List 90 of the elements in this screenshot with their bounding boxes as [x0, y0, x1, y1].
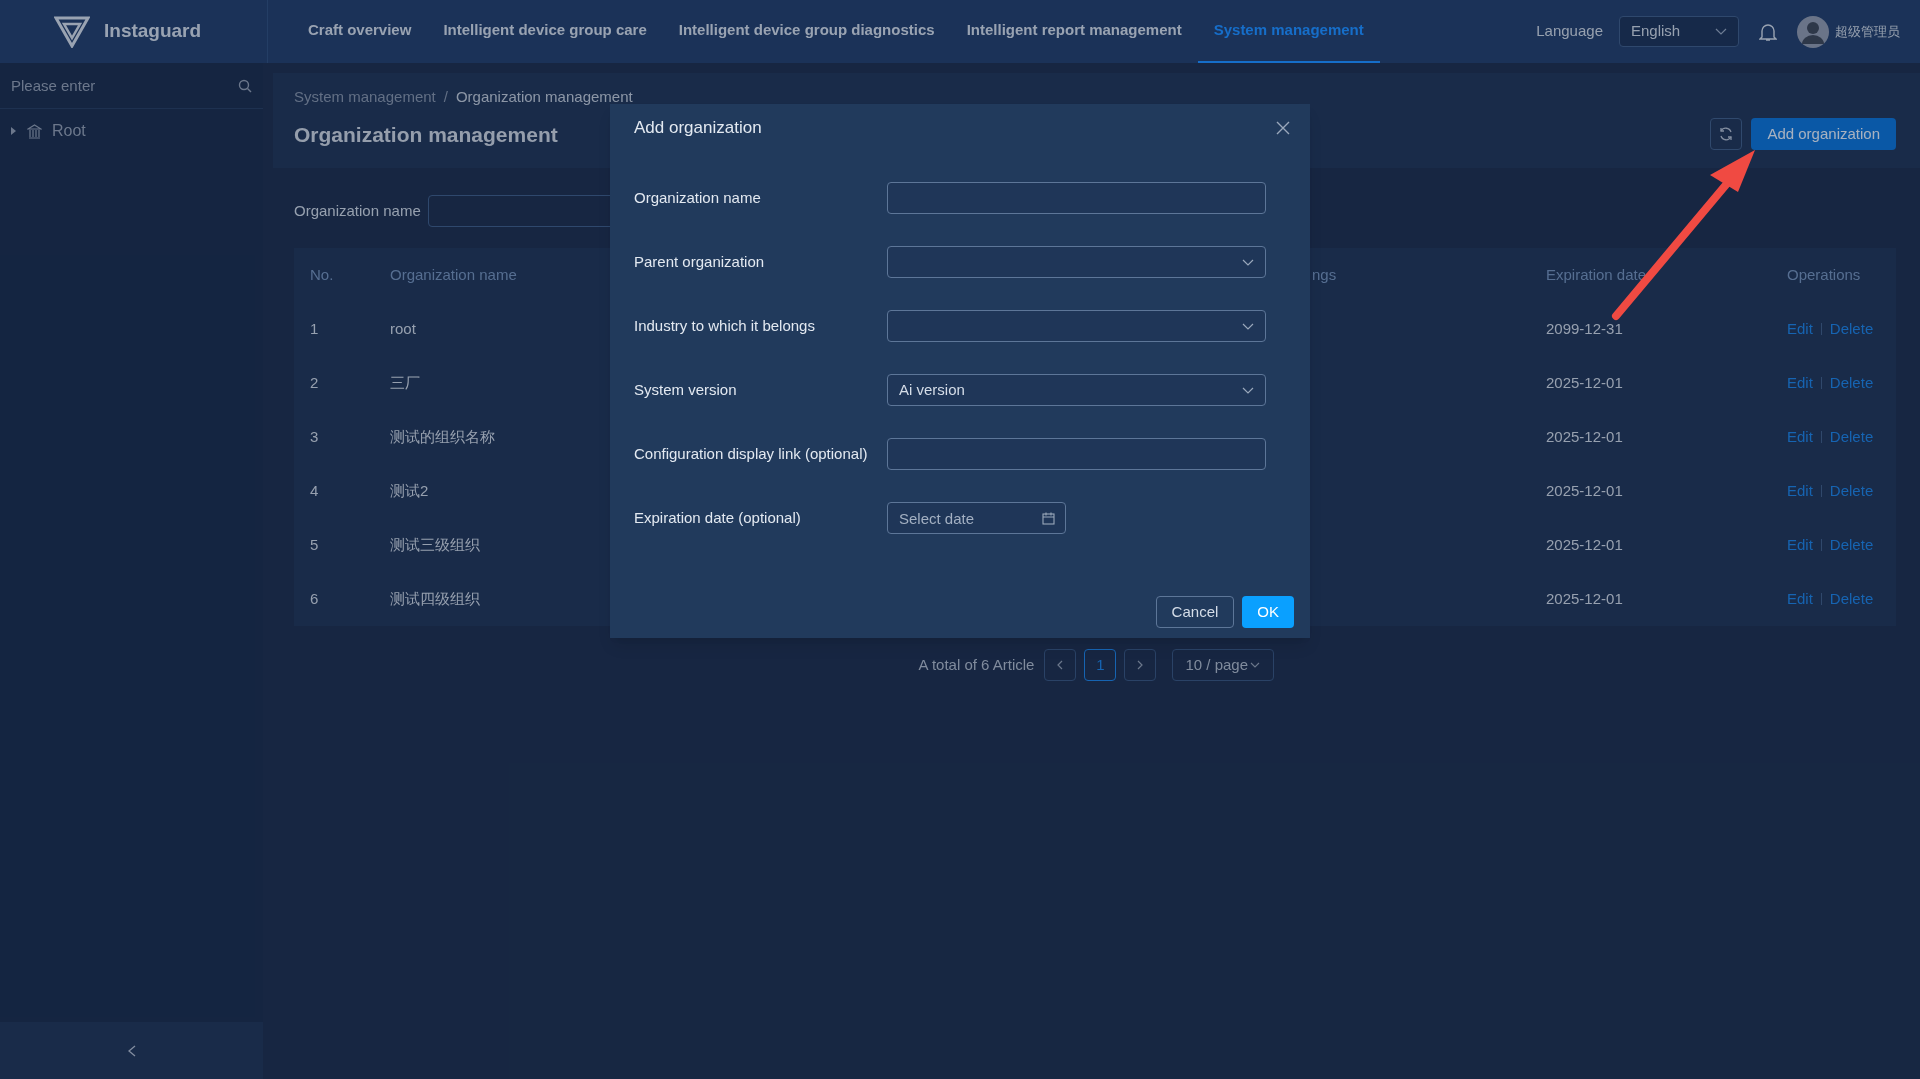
column-header: Organization name [390, 265, 517, 283]
search-icon [238, 79, 252, 93]
field-label: Organization name [634, 187, 762, 208]
table-cell: 三厂 [390, 373, 420, 391]
language-select[interactable]: English [1619, 16, 1739, 47]
page-title: Organization management [294, 121, 559, 148]
dialog-title: Add organization [634, 117, 762, 140]
breadcrumb-link[interactable]: Organization management [455, 86, 633, 109]
action-link[interactable]: Delete [1829, 587, 1874, 611]
field-label: System version [634, 379, 738, 400]
action-link[interactable]: Edit [1787, 317, 1813, 341]
action-link[interactable]: Delete [1829, 425, 1874, 449]
next-page-button[interactable] [1124, 649, 1157, 681]
cancel-button[interactable]: Cancel [1155, 596, 1235, 628]
select-field[interactable]: Ai version [887, 374, 1266, 406]
field-label: Configuration display link (optional) [634, 443, 869, 464]
table-cell: 5 [310, 535, 319, 553]
field-label: Parent organization [634, 251, 766, 272]
nav-tab[interactable]: Intelligent device group diagnostics [662, 0, 951, 63]
table-cell: 测试2 [390, 481, 429, 499]
add-organization-button[interactable]: Add organization [1751, 118, 1896, 150]
table-cell: 1 [310, 319, 319, 337]
select-field[interactable] [887, 310, 1266, 342]
action-link[interactable]: Edit [1787, 479, 1813, 503]
breadcrumb-separator: / [443, 87, 448, 107]
date-field[interactable]: Select date [887, 502, 1066, 534]
select-field[interactable] [887, 246, 1266, 278]
nav-tab[interactable]: Intelligent report management [950, 0, 1198, 63]
table-cell: root [390, 319, 416, 337]
table-cell: 2025-12-01 [1546, 535, 1623, 553]
column-header: Operations [1787, 265, 1861, 283]
table-cell: 2025-12-01 [1546, 589, 1623, 607]
breadcrumb-link[interactable]: System management [294, 86, 436, 109]
table-cell: 2099-12-31 [1546, 319, 1623, 337]
refresh-icon [1718, 126, 1735, 142]
column-header: No. [310, 265, 334, 283]
nav-tab[interactable]: Intelligent device group care [427, 0, 663, 63]
ok-button[interactable]: OK [1242, 596, 1294, 628]
page-button[interactable]: 1 [1084, 649, 1117, 681]
action-link[interactable]: Delete [1829, 533, 1874, 557]
chevron-down-icon [1242, 322, 1254, 330]
previous-page-button[interactable] [1044, 649, 1077, 681]
table-cell: 2025-12-01 [1546, 427, 1623, 445]
action-link[interactable]: Delete [1829, 371, 1874, 395]
action-link[interactable]: Edit [1787, 533, 1813, 557]
nav-tab[interactable]: System management [1197, 0, 1380, 63]
logo-text: Instaguard [104, 19, 202, 44]
search-field[interactable]: Please enter [0, 63, 263, 108]
table-cell: 6 [310, 589, 319, 607]
text-field[interactable] [887, 438, 1266, 470]
total-count: A total of 6 Article [918, 654, 1035, 675]
action-link[interactable]: Edit [1787, 425, 1813, 449]
chevron-right-icon [1136, 660, 1145, 670]
table-cell: 2025-12-01 [1546, 481, 1623, 499]
nav-tab[interactable]: Craft overview [292, 0, 428, 63]
chevron-left-icon [1056, 660, 1065, 670]
chevron-down-icon [1715, 27, 1727, 36]
building-icon [27, 123, 42, 139]
column-header: Expiration date [1546, 265, 1647, 283]
filter-label: Organization name [294, 200, 421, 221]
chevron-down-icon [1242, 258, 1254, 266]
chevron-down-icon [1242, 386, 1254, 394]
page-size-select[interactable]: 10 / page [1172, 649, 1275, 681]
action-link[interactable]: Delete [1829, 479, 1874, 503]
chevron-down-icon [1250, 662, 1260, 668]
avatar-icon[interactable] [1797, 15, 1829, 48]
table-cell: 测试的组织名称 [390, 427, 495, 445]
language-label: Language [1536, 21, 1603, 42]
close-icon[interactable] [1276, 121, 1290, 135]
tree-item[interactable]: Root [0, 117, 263, 145]
table-cell: 测试四级组织 [390, 589, 480, 607]
table-cell: 测试三级组织 [390, 535, 480, 553]
column-header: ngs [1312, 265, 1337, 283]
table-cell: 2 [310, 373, 319, 391]
action-link[interactable]: Edit [1787, 371, 1813, 395]
action-link[interactable]: Edit [1787, 587, 1813, 611]
bell-icon[interactable] [1759, 21, 1777, 42]
logo-icon [54, 15, 90, 48]
refresh-button[interactable] [1710, 118, 1743, 150]
user-name: 超级管理员 [1835, 22, 1900, 41]
table-cell: 2025-12-01 [1546, 373, 1623, 391]
field-label: Industry to which it belongs [634, 315, 816, 336]
action-link[interactable]: Delete [1829, 317, 1874, 341]
caret-icon[interactable] [9, 127, 17, 135]
table-cell: 4 [310, 481, 319, 499]
field-label: Expiration date (optional) [634, 507, 802, 528]
text-field[interactable] [887, 182, 1266, 214]
table-cell: 3 [310, 427, 319, 445]
calendar-icon [1042, 512, 1055, 525]
chevron-left-icon [127, 1044, 136, 1057]
